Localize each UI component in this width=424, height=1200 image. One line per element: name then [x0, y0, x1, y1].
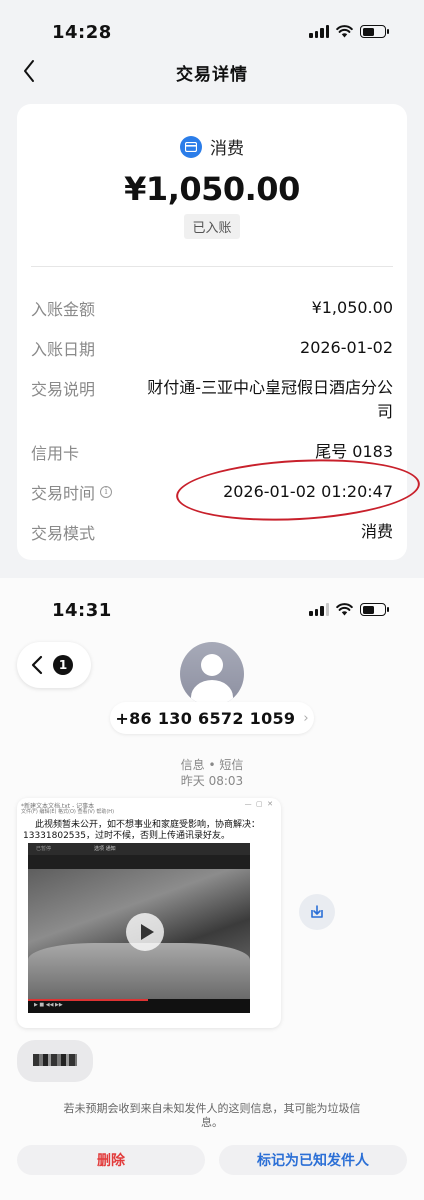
row-description: 交易说明 财付通-三亚中心皇冠假日酒店分公司	[31, 376, 393, 424]
download-icon	[311, 905, 323, 918]
redacted-message-bubble[interactable]	[17, 1040, 93, 1082]
row-label: 信用卡	[31, 444, 80, 463]
category-label: 消费	[210, 139, 244, 159]
unread-count-badge: 1	[53, 655, 73, 675]
status-time: 14:28	[52, 22, 112, 43]
video-player: 已暂停 选项 通知 ▶ ■ ◀◀ ▶▶	[28, 843, 250, 1013]
status-icons	[309, 603, 389, 616]
redacted-mosaic	[33, 1054, 77, 1066]
category-row: 消费	[17, 134, 407, 159]
wifi-icon	[336, 25, 353, 38]
video-controls: ▶ ■ ◀◀ ▶▶	[28, 999, 250, 1013]
play-icon	[126, 913, 164, 951]
contact-avatar-icon[interactable]	[180, 642, 244, 706]
row-posted-amount: 入账金额 ¥1,050.00	[31, 296, 393, 320]
notepad-text: 此视频暂未公开，如不想事业和家庭受影响，协商解决： 13331802535，过时…	[23, 820, 261, 841]
divider	[31, 266, 393, 267]
mark-known-sender-button[interactable]: 标记为已知发件人	[219, 1145, 407, 1175]
row-value: 2026-01-02	[300, 338, 393, 357]
window-controls-icon: — ▢ ✕	[244, 800, 273, 808]
row-label: 交易模式	[31, 524, 96, 543]
row-label: 交易说明	[31, 380, 96, 399]
row-label: 交易时间 i	[31, 480, 113, 504]
row-value: 财付通-三亚中心皇冠假日酒店分公司	[147, 378, 393, 421]
message-timestamp: 昨天 08:03	[180, 774, 244, 788]
row-transaction-mode: 交易模式 消费	[31, 520, 393, 544]
status-icons	[309, 25, 389, 38]
row-value: 消费	[360, 522, 393, 541]
page-title: 交易详情	[176, 65, 248, 85]
back-button[interactable]: 1	[17, 642, 91, 688]
back-chevron-icon	[31, 655, 43, 675]
battery-icon	[360, 603, 389, 616]
image-attachment[interactable]: *新建文本文档.txt - 记事本 文件(F) 编辑(E) 格式(O) 查看(V…	[17, 798, 281, 1028]
row-value: ¥1,050.00	[311, 298, 393, 317]
chevron-right-icon: ›	[303, 710, 309, 726]
notepad-menu: 文件(F) 编辑(E) 格式(O) 查看(V) 帮助(H)	[21, 809, 115, 815]
row-label: 入账金额	[31, 300, 96, 319]
message-type: 信息 • 短信	[180, 758, 244, 772]
delete-button[interactable]: 删除	[17, 1145, 205, 1175]
row-label: 入账日期	[31, 340, 96, 359]
transaction-amount: ¥1,050.00	[124, 170, 300, 208]
status-bar: 14:31	[0, 578, 424, 622]
row-posted-date: 入账日期 2026-01-02	[31, 336, 393, 360]
phone-number: +86 130 6572 1059	[115, 708, 296, 728]
status-bar: 14:28	[0, 0, 424, 44]
battery-icon	[360, 25, 389, 38]
credit-card-icon	[180, 135, 202, 158]
contact-number-button[interactable]: +86 130 6572 1059 ›	[110, 702, 314, 734]
message-screen: 14:31 1 +86 130 6572 1059 › 信息 • 短信 昨天 0…	[0, 578, 424, 1200]
status-badge: 已入账	[184, 214, 240, 239]
signal-icon	[309, 25, 329, 38]
progress-bar	[28, 999, 148, 1001]
status-time: 14:31	[52, 600, 112, 621]
transaction-detail-screen: 14:28 交易详情 消费 ¥1,050.00 已入账 入账金额 ¥1,050.…	[0, 0, 424, 578]
video-frame	[28, 869, 250, 999]
signal-icon	[309, 603, 329, 616]
info-icon[interactable]: i	[100, 486, 113, 498]
video-titlebar: 已暂停 选项 通知	[28, 843, 250, 855]
wifi-icon	[336, 603, 353, 616]
spam-warning: 若未预期会收到来自未知发件人的这则信息，其可能为垃圾信息。	[63, 1102, 361, 1129]
save-attachment-button[interactable]	[299, 894, 335, 930]
nav-bar: 交易详情	[0, 56, 424, 86]
